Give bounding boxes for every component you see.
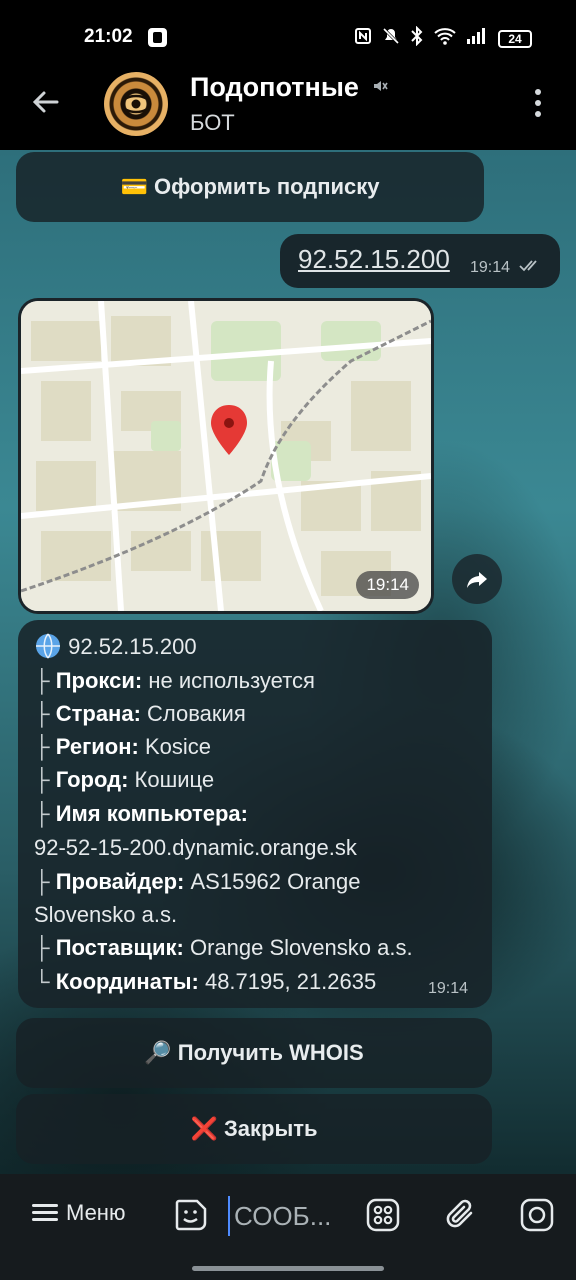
- tree-branch: ├: [34, 801, 50, 826]
- info-label: Поставщик:: [55, 935, 184, 960]
- outgoing-message: 92.52.15.200 19:14: [280, 234, 560, 288]
- chat-title-text: Подопотные: [190, 72, 359, 102]
- info-label: Город:: [55, 767, 129, 792]
- info-ip-value: 92.52.15.200: [68, 634, 197, 659]
- info-ip-line: 92.52.15.200: [34, 632, 197, 660]
- nfc-icon: [354, 27, 372, 50]
- tree-branch: ├: [34, 701, 50, 726]
- tree-branch: └: [34, 969, 50, 994]
- info-value: Orange Slovensko a.s.: [190, 935, 413, 960]
- info-label: Имя компьютера:: [55, 801, 248, 826]
- tree-branch: ├: [34, 869, 50, 894]
- back-arrow-icon[interactable]: [26, 86, 66, 126]
- wifi-icon: [434, 27, 456, 50]
- info-label: Провайдер:: [55, 869, 185, 894]
- menu-icon: [32, 1204, 58, 1222]
- ip-link[interactable]: 92.52.15.200: [298, 244, 450, 275]
- apps-grid-icon[interactable]: [364, 1196, 402, 1234]
- camera-icon[interactable]: [518, 1196, 556, 1234]
- location-map-message[interactable]: 19:14: [18, 298, 434, 614]
- status-time: 21:02: [84, 26, 133, 47]
- tree-branch: ├: [34, 668, 50, 693]
- status-icons: 24: [354, 25, 532, 51]
- info-row-proxy: ├ Прокси: не используется: [34, 668, 315, 694]
- get-whois-button[interactable]: 🔎 Получить WHOIS: [16, 1018, 492, 1088]
- tree-branch: ├: [34, 734, 50, 759]
- info-label: Координаты:: [55, 969, 199, 994]
- home-indicator[interactable]: [192, 1266, 384, 1271]
- composer-bar: Меню: [0, 1174, 576, 1280]
- chat-header: Подопотные БОТ: [0, 72, 576, 150]
- bluetooth-icon: [410, 25, 424, 51]
- globe-icon: [34, 633, 68, 659]
- info-provider-continuation: Slovensko a.s.: [34, 902, 178, 927]
- chat-title[interactable]: Подопотные: [190, 72, 389, 103]
- map-message-time: 19:14: [356, 571, 419, 599]
- info-value: Словакия: [147, 701, 246, 726]
- tree-branch: ├: [34, 935, 50, 960]
- chat-avatar[interactable]: [104, 72, 168, 136]
- info-value: AS15962 Orange: [190, 869, 361, 894]
- notification-app-icon: [148, 28, 167, 47]
- status-bar: 21:02 24: [0, 0, 576, 72]
- chat-subtitle: БОТ: [190, 110, 235, 135]
- subscribe-button[interactable]: 💳 Оформить подписку: [16, 152, 484, 222]
- menu-label: Меню: [66, 1200, 126, 1225]
- info-row-city: ├ Город: Кошице: [34, 767, 214, 793]
- tree-branch: ├: [34, 767, 50, 792]
- map-image[interactable]: 19:14: [21, 301, 431, 611]
- ip-info-message: 92.52.15.200 ├ Прокси: не используется ├…: [18, 620, 492, 1008]
- muted-speaker-icon: [372, 81, 389, 98]
- info-label: Страна:: [55, 701, 141, 726]
- info-row-supplier: ├ Поставщик: Orange Slovensko a.s.: [34, 935, 413, 961]
- attach-icon[interactable]: [442, 1196, 480, 1234]
- info-row-country: ├ Страна: Словакия: [34, 701, 246, 727]
- bot-menu-button[interactable]: Меню: [32, 1200, 125, 1226]
- info-value: 48.7195, 21.2635: [204, 969, 377, 994]
- info-label: Прокси:: [55, 668, 143, 693]
- info-row-coordinates: └ Координаты: 48.7195, 21.2635: [34, 969, 376, 995]
- info-message-time: 19:14: [428, 980, 469, 997]
- info-value: не используется: [148, 668, 315, 693]
- info-value: Kosice: [144, 734, 211, 759]
- info-hostname-value: 92-52-15-200.dynamic.orange.sk: [34, 835, 357, 860]
- signal-icon: [466, 27, 488, 50]
- close-button[interactable]: ❌ Закрыть: [16, 1094, 492, 1164]
- more-vertical-icon[interactable]: [526, 88, 550, 118]
- message-meta: 19:14: [470, 259, 541, 277]
- message-time: 19:14: [470, 259, 511, 276]
- share-forward-icon[interactable]: [452, 554, 502, 604]
- battery-icon: 24: [498, 29, 532, 48]
- info-label: Регион:: [55, 734, 139, 759]
- info-value: Кошице: [134, 767, 215, 792]
- info-row-hostname: ├ Имя компьютера:: [34, 801, 248, 827]
- sticker-icon[interactable]: [172, 1196, 210, 1234]
- mute-icon: [382, 27, 400, 50]
- info-row-region: ├ Регион: Kosice: [34, 734, 211, 760]
- info-row-provider: ├ Провайдер: AS15962 Orange: [34, 869, 361, 895]
- message-input[interactable]: [228, 1196, 340, 1236]
- double-check-icon: [518, 259, 541, 276]
